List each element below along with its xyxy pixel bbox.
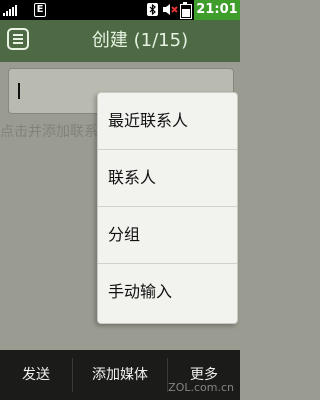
status-bar: E 21:01 — [0, 0, 240, 20]
header: 创建 (1/15) — [0, 20, 240, 62]
network-e-icon: E — [34, 3, 46, 17]
menu-item-groups[interactable]: 分组 — [98, 207, 237, 264]
recipient-source-menu: 最近联系人 联系人 分组 手动输入 — [97, 92, 238, 324]
bluetooth-icon — [147, 3, 158, 16]
status-time: 21:01 — [194, 0, 240, 20]
list-menu-icon[interactable] — [7, 28, 29, 50]
bottom-bar: 发送 添加媒体 更多 ZOL.com.cn — [0, 350, 240, 400]
add-media-button[interactable]: 添加媒体 — [73, 350, 167, 400]
text-cursor — [18, 83, 20, 99]
battery-icon — [180, 2, 192, 19]
watermark: ZOL.com.cn — [168, 381, 234, 394]
menu-item-manual-entry[interactable]: 手动输入 — [98, 264, 237, 321]
mute-icon — [163, 4, 178, 15]
signal-icon — [3, 4, 21, 16]
page-title: 创建 (1/15) — [91, 30, 189, 51]
menu-item-contacts[interactable]: 联系人 — [98, 150, 237, 207]
send-button[interactable]: 发送 — [0, 350, 72, 400]
add-recipient-hint[interactable]: 点击并添加联系人 — [0, 122, 112, 142]
menu-item-recent-contacts[interactable]: 最近联系人 — [98, 93, 237, 150]
